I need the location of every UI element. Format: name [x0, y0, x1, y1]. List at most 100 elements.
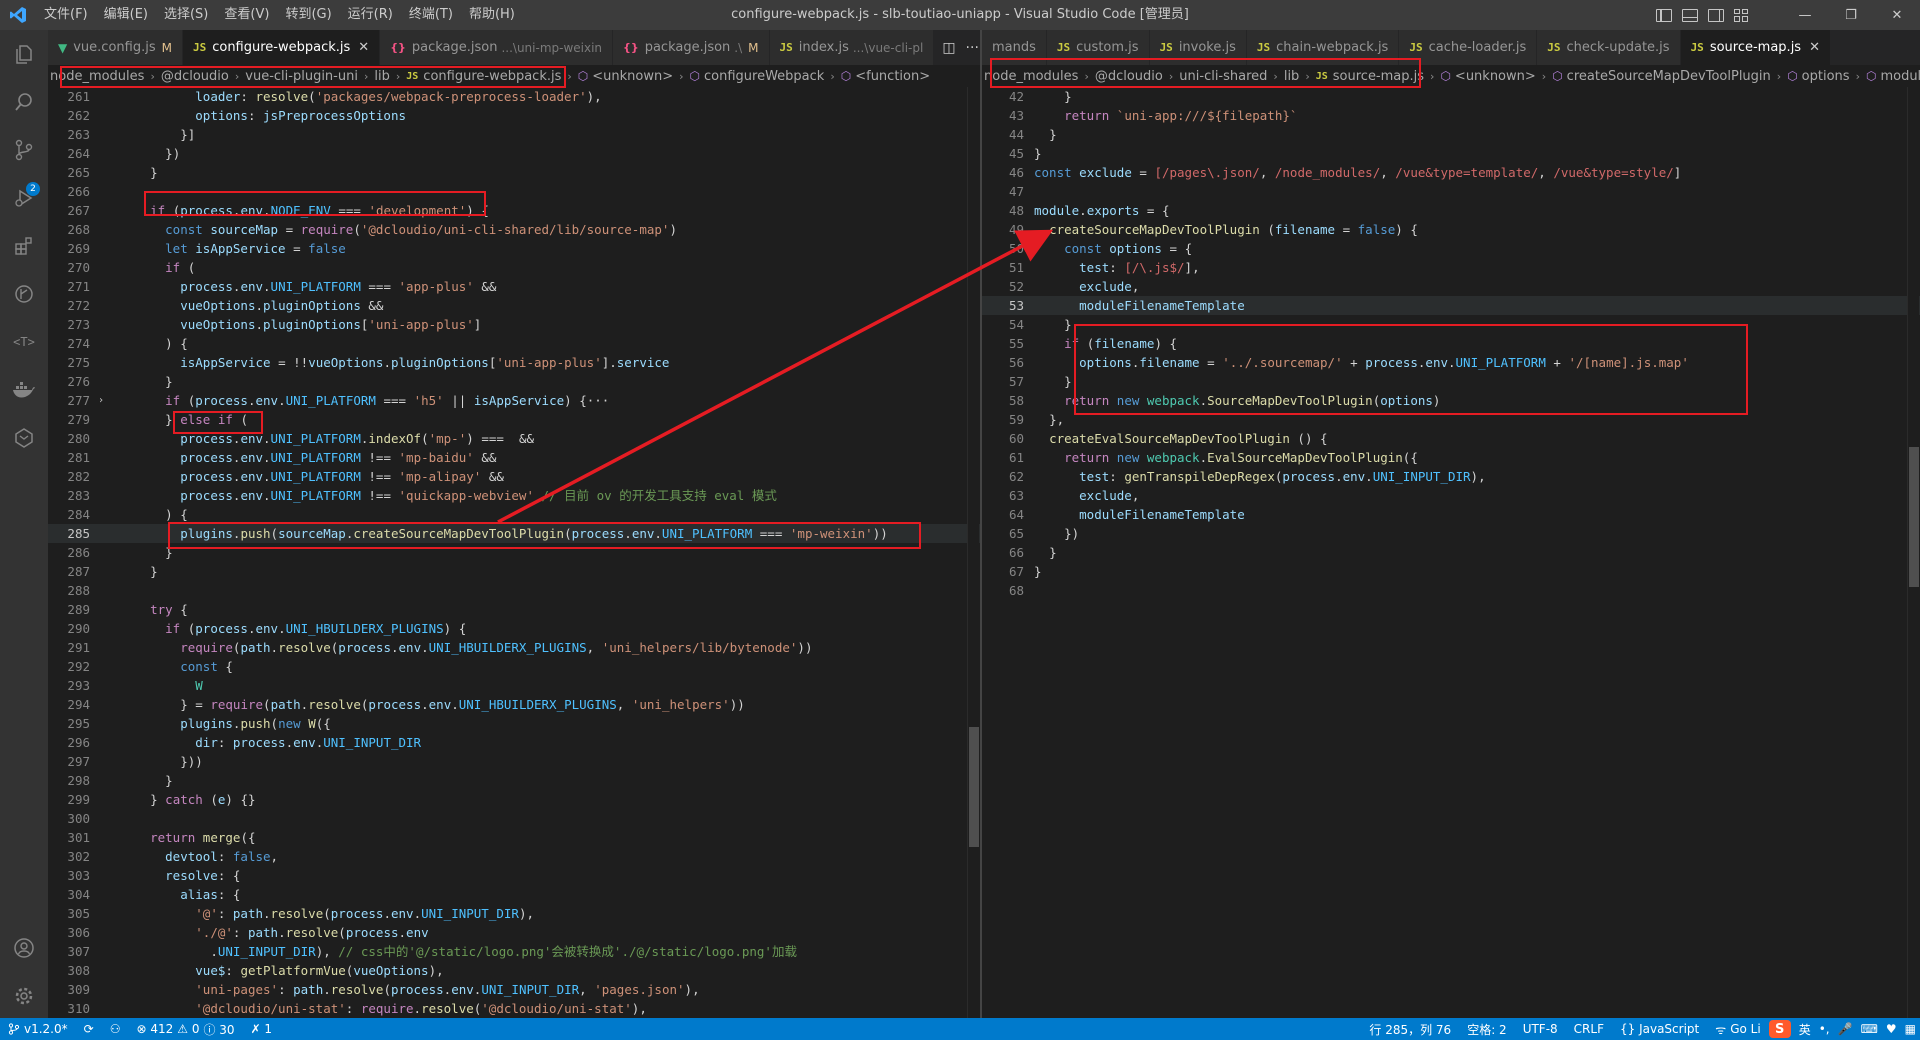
- ports-indicator[interactable]: ✗ 1: [243, 1022, 281, 1036]
- ime-toolbox-icon[interactable]: ▦: [1901, 1022, 1920, 1036]
- customize-layout-icon[interactable]: [1734, 8, 1750, 22]
- end-of-line[interactable]: CRLF: [1566, 1022, 1612, 1036]
- ime-punctuation-icon[interactable]: •,: [1815, 1022, 1834, 1036]
- menu-item[interactable]: 帮助(H): [461, 0, 523, 30]
- ime-language-label[interactable]: 英: [1795, 1021, 1815, 1038]
- problems-indicator[interactable]: ⊗ 412 ⚠ 0 ⓘ 30: [128, 1021, 242, 1038]
- toggle-primary-sidebar-icon[interactable]: [1656, 8, 1672, 22]
- code-line[interactable]: 300: [48, 809, 980, 828]
- code-line[interactable]: 270 if (: [48, 258, 980, 277]
- menu-item[interactable]: 编辑(E): [96, 0, 156, 30]
- code-line[interactable]: 309 'uni-pages': path.resolve(process.en…: [48, 980, 980, 999]
- docker-icon[interactable]: [12, 378, 36, 402]
- code-line[interactable]: 52 exclude,: [982, 277, 1920, 296]
- cursor-position[interactable]: 行 285，列 76: [1361, 1021, 1459, 1038]
- code-line[interactable]: 275 isAppService = !!vueOptions.pluginOp…: [48, 353, 980, 372]
- code-line[interactable]: 289 try {: [48, 600, 980, 619]
- code-line[interactable]: 301 return merge({: [48, 828, 980, 847]
- breadcrumb-item[interactable]: lib: [1282, 69, 1301, 84]
- code-line[interactable]: 53 moduleFilenameTemplate: [982, 296, 1920, 315]
- code-line[interactable]: 292 const {: [48, 657, 980, 676]
- right-scrollbar[interactable]: [1907, 87, 1919, 1018]
- close-window-button[interactable]: ✕: [1874, 0, 1920, 30]
- code-line[interactable]: 268 const sourceMap = require('@dcloudio…: [48, 220, 980, 239]
- breadcrumb-item[interactable]: ⬡ <unknown>: [576, 69, 675, 84]
- code-line[interactable]: 265 }: [48, 163, 980, 182]
- breadcrumb-item[interactable]: node_modules: [982, 69, 1080, 84]
- code-line[interactable]: 285 plugins.push(sourceMap.createSourceM…: [48, 524, 980, 543]
- menu-item[interactable]: 运行(R): [340, 0, 401, 30]
- code-line[interactable]: 54 }: [982, 315, 1920, 334]
- split-editor-icon[interactable]: ◫: [942, 40, 955, 56]
- code-line[interactable]: 283 process.env.UNI_PLATFORM !== 'quicka…: [48, 486, 980, 505]
- code-line[interactable]: 288: [48, 581, 980, 600]
- code-line[interactable]: 61 return new webpack.EvalSourceMapDevTo…: [982, 448, 1920, 467]
- accounts-icon[interactable]: [12, 936, 36, 960]
- code-line[interactable]: 303 resolve: {: [48, 866, 980, 885]
- menu-item[interactable]: 选择(S): [156, 0, 216, 30]
- code-line[interactable]: 267 if (process.env.NODE_ENV === 'develo…: [48, 201, 980, 220]
- remote-explorer-icon[interactable]: [12, 426, 36, 450]
- code-line[interactable]: 62 test: genTranspileDepRegex(process.en…: [982, 467, 1920, 486]
- explorer-icon[interactable]: [12, 42, 36, 66]
- code-line[interactable]: 296 dir: process.env.UNI_INPUT_DIR: [48, 733, 980, 752]
- code-line[interactable]: 56 options.filename = '../.sourcemap/' +…: [982, 353, 1920, 372]
- code-line[interactable]: 64 moduleFilenameTemplate: [982, 505, 1920, 524]
- code-line[interactable]: 55 if (filename) {: [982, 334, 1920, 353]
- code-line[interactable]: 63 exclude,: [982, 486, 1920, 505]
- breadcrumb-item[interactable]: @dcloudio: [1093, 69, 1165, 84]
- toggle-secondary-sidebar-icon[interactable]: [1708, 8, 1724, 22]
- code-line[interactable]: 47: [982, 182, 1920, 201]
- code-line[interactable]: 263 }]: [48, 125, 980, 144]
- code-line[interactable]: 65 }): [982, 524, 1920, 543]
- code-line[interactable]: 291 require(path.resolve(process.env.UNI…: [48, 638, 980, 657]
- code-line[interactable]: 266: [48, 182, 980, 201]
- tab[interactable]: JS cache-loader.js: [1399, 30, 1538, 65]
- live-share-icon[interactable]: ⚇: [102, 1022, 129, 1036]
- code-line[interactable]: 273 vueOptions.pluginOptions['uni-app-pl…: [48, 315, 980, 334]
- code-line[interactable]: 308 vue$: getPlatformVue(vueOptions),: [48, 961, 980, 980]
- code-line[interactable]: 280 process.env.UNI_PLATFORM.indexOf('mp…: [48, 429, 980, 448]
- code-line[interactable]: 286 }: [48, 543, 980, 562]
- code-line[interactable]: 274 ) {: [48, 334, 980, 353]
- branch-indicator[interactable]: v1.2.0*: [0, 1022, 76, 1036]
- code-line[interactable]: 302 devtool: false,: [48, 847, 980, 866]
- sogou-ime-logo-icon[interactable]: S: [1768, 1020, 1791, 1038]
- code-line[interactable]: 49 createSourceMapDevToolPlugin (filenam…: [982, 220, 1920, 239]
- close-tab-icon[interactable]: ✕: [1809, 40, 1820, 55]
- tab[interactable]: JS custom.js: [1046, 30, 1150, 65]
- code-line[interactable]: 277 › if (process.env.UNI_PLATFORM === 'h…: [48, 391, 980, 410]
- code-line[interactable]: 310 '@dcloudio/uni-stat': require.resolv…: [48, 999, 980, 1018]
- restore-button[interactable]: ❐: [1828, 0, 1874, 30]
- code-line[interactable]: 298 }: [48, 771, 980, 790]
- code-line[interactable]: 306 './@': path.resolve(process.env: [48, 923, 980, 942]
- breadcrumb-item[interactable]: ⬡ <unknown>: [1438, 69, 1537, 84]
- code-line[interactable]: 42 }: [982, 87, 1920, 106]
- breadcrumb-item[interactable]: node_modules: [48, 69, 146, 84]
- code-line[interactable]: 59 },: [982, 410, 1920, 429]
- code-line[interactable]: 297 })): [48, 752, 980, 771]
- skin-icon[interactable]: ♥: [1882, 1022, 1901, 1036]
- manage-gear-icon[interactable]: [12, 984, 36, 1008]
- more-actions-icon[interactable]: ···: [966, 40, 979, 56]
- breadcrumb-item[interactable]: lib: [372, 69, 391, 84]
- code-line[interactable]: 299 } catch (e) {}: [48, 790, 980, 809]
- code-line[interactable]: 46 const exclude = [/pages\.json/, /node_…: [982, 163, 1920, 182]
- code-line[interactable]: 284 ) {: [48, 505, 980, 524]
- breadcrumb-item[interactable]: ⬡ <function>: [839, 69, 932, 84]
- code-line[interactable]: 44 }: [982, 125, 1920, 144]
- close-tab-icon[interactable]: ✕: [358, 40, 369, 55]
- code-line[interactable]: 293 W: [48, 676, 980, 695]
- run-debug-icon[interactable]: [12, 186, 36, 210]
- tab[interactable]: JS index.js ...\vue-cli-pl: [769, 30, 935, 65]
- breadcrumb-item[interactable]: ⬡ configureWebpack: [688, 69, 827, 84]
- code-line[interactable]: 305 '@': path.resolve(process.env.UNI_IN…: [48, 904, 980, 923]
- code-line[interactable]: 66 }: [982, 543, 1920, 562]
- menu-item[interactable]: 文件(F): [36, 0, 96, 30]
- code-line[interactable]: 261 loader: resolve('packages/webpack-pr…: [48, 87, 980, 106]
- menu-item[interactable]: 终端(T): [401, 0, 461, 30]
- code-line[interactable]: 45}: [982, 144, 1920, 163]
- tab-active[interactable]: JS configure-webpack.js ✕: [182, 30, 381, 65]
- breadcrumb-item[interactable]: uni-cli-shared: [1177, 69, 1269, 84]
- breadcrumb-item[interactable]: vue-cli-plugin-uni: [243, 69, 360, 84]
